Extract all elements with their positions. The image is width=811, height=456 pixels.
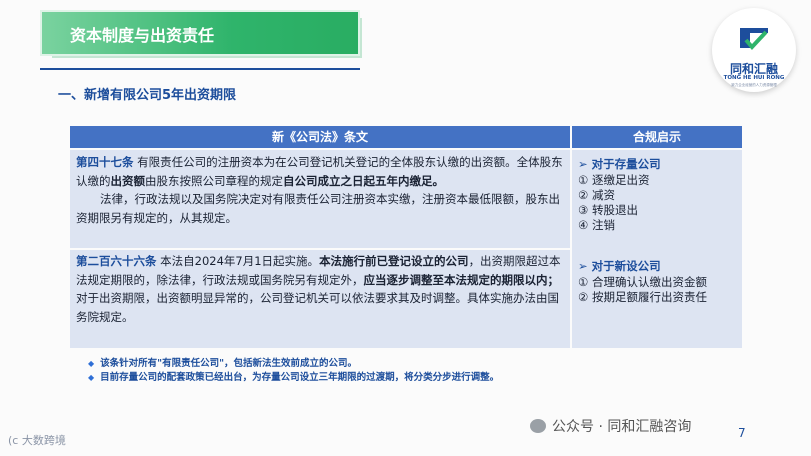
section-heading: 一、新增有限公司5年出资期限 bbox=[58, 88, 237, 103]
hint-new-companies: ➢ 对于新设公司 ① 合理确认认缴出资金额 ② 按期足额履行出资责任 bbox=[578, 257, 707, 305]
note-2: ◆ 目前存量公司的配套政策已经出台，为存量公司设立三年期限的过渡期，将分类分步进行… bbox=[88, 371, 499, 385]
hint-item: ③ 转股退出 bbox=[578, 203, 638, 217]
header-hint: 合规启示 bbox=[572, 126, 742, 148]
hint-item: ① 合理确认认缴出资金额 bbox=[578, 275, 707, 289]
slide-title: 资本制度与出资责任 bbox=[70, 26, 215, 45]
article-266-text: 第二百六十六条 本法自2024年7月1日起实施。本法施行前已登记设立的公司，出资… bbox=[76, 252, 568, 326]
corner-watermark: (c 大数跨境 bbox=[8, 434, 66, 447]
diamond-bullet-icon: ◆ bbox=[88, 359, 95, 368]
notes: ◆ 该条针对所有"有限责任公司"，包括新法生效前成立的公司。 ◆ 目前存量公司的配套… bbox=[88, 357, 499, 385]
article-47-para2: 法律，行政法规以及国务院决定对有限责任公司注册资本实缴，注册资本最低限额，股东出… bbox=[76, 192, 560, 225]
article-47-bold: 自公司成立之日起五年内缴足。 bbox=[283, 173, 444, 188]
article-47-part: 由股东按照公司章程的规定 bbox=[145, 173, 283, 188]
logo-check-icon bbox=[740, 28, 768, 50]
article-47-text: 第四十七条 有限责任公司的注册资本为在公司登记机关登记的全体股东认缴的出资额。全… bbox=[76, 153, 568, 227]
article-47-label: 第四十七条 bbox=[76, 155, 134, 169]
slide: 资本制度与出资责任 同和汇融 TONG HE HUI RONG 致力企业经营的人… bbox=[0, 0, 811, 456]
article-266-label: 第二百六十六条 bbox=[76, 254, 157, 268]
article-47-bold: 出资额 bbox=[110, 173, 146, 188]
hint-item: ① 逐缴足出资 bbox=[578, 173, 650, 187]
hint-item: ② 按期足额履行出资责任 bbox=[578, 290, 707, 304]
note-1-text: 该条针对所有"有限责任公司"，包括新法生效前成立的公司。 bbox=[100, 358, 358, 369]
article-266-part: 对于出资期限，出资额明显异常的，公司登记机关可以依法要求其及时调整。具体实施办法… bbox=[76, 291, 559, 324]
watermark-text: 公众号 · 同和汇融咨询 bbox=[552, 419, 692, 435]
hint-existing-head: ➢ 对于存量公司 bbox=[578, 157, 661, 171]
article-266-part: 本法自2024年7月1日起实施。 bbox=[160, 254, 320, 268]
hint-item: ② 减资 bbox=[578, 188, 615, 202]
header-law: 新《公司法》条文 bbox=[70, 126, 570, 148]
article-266-bold: 应当逐步调整至本法规定的期限以内； bbox=[363, 272, 560, 287]
article-266-bold: 本法施行前已登记设立的公司 bbox=[319, 254, 469, 268]
hint-item: ④ 注销 bbox=[578, 218, 615, 232]
logo-en-text: TONG HE HUI RONG bbox=[723, 75, 785, 81]
diamond-bullet-icon: ◆ bbox=[88, 373, 95, 382]
note-2-text: 目前存量公司的配套政策已经出台，为存量公司设立三年期限的过渡期，将分类分步进行调… bbox=[100, 372, 500, 383]
title-underline bbox=[40, 68, 360, 70]
company-logo: 同和汇融 TONG HE HUI RONG 致力企业经营的人力资源管理 bbox=[712, 8, 796, 92]
law-table: 新《公司法》条文 合规启示 第四十七条 有限责任公司的注册资本为在公司登记机关登… bbox=[70, 126, 742, 348]
page-number: 7 bbox=[738, 426, 746, 440]
hint-new-head: ➢ 对于新设公司 bbox=[578, 259, 661, 273]
hint-existing-companies: ➢ 对于存量公司 ① 逐缴足出资 ② 减资 ③ 转股退出 ④ 注销 bbox=[578, 155, 661, 233]
wechat-icon bbox=[530, 419, 546, 433]
note-1: ◆ 该条针对所有"有限责任公司"，包括新法生效前成立的公司。 bbox=[88, 357, 499, 371]
logo-sub-text: 致力企业经营的人力资源管理 bbox=[731, 83, 777, 87]
wechat-watermark: 公众号 · 同和汇融咨询 bbox=[530, 416, 691, 436]
